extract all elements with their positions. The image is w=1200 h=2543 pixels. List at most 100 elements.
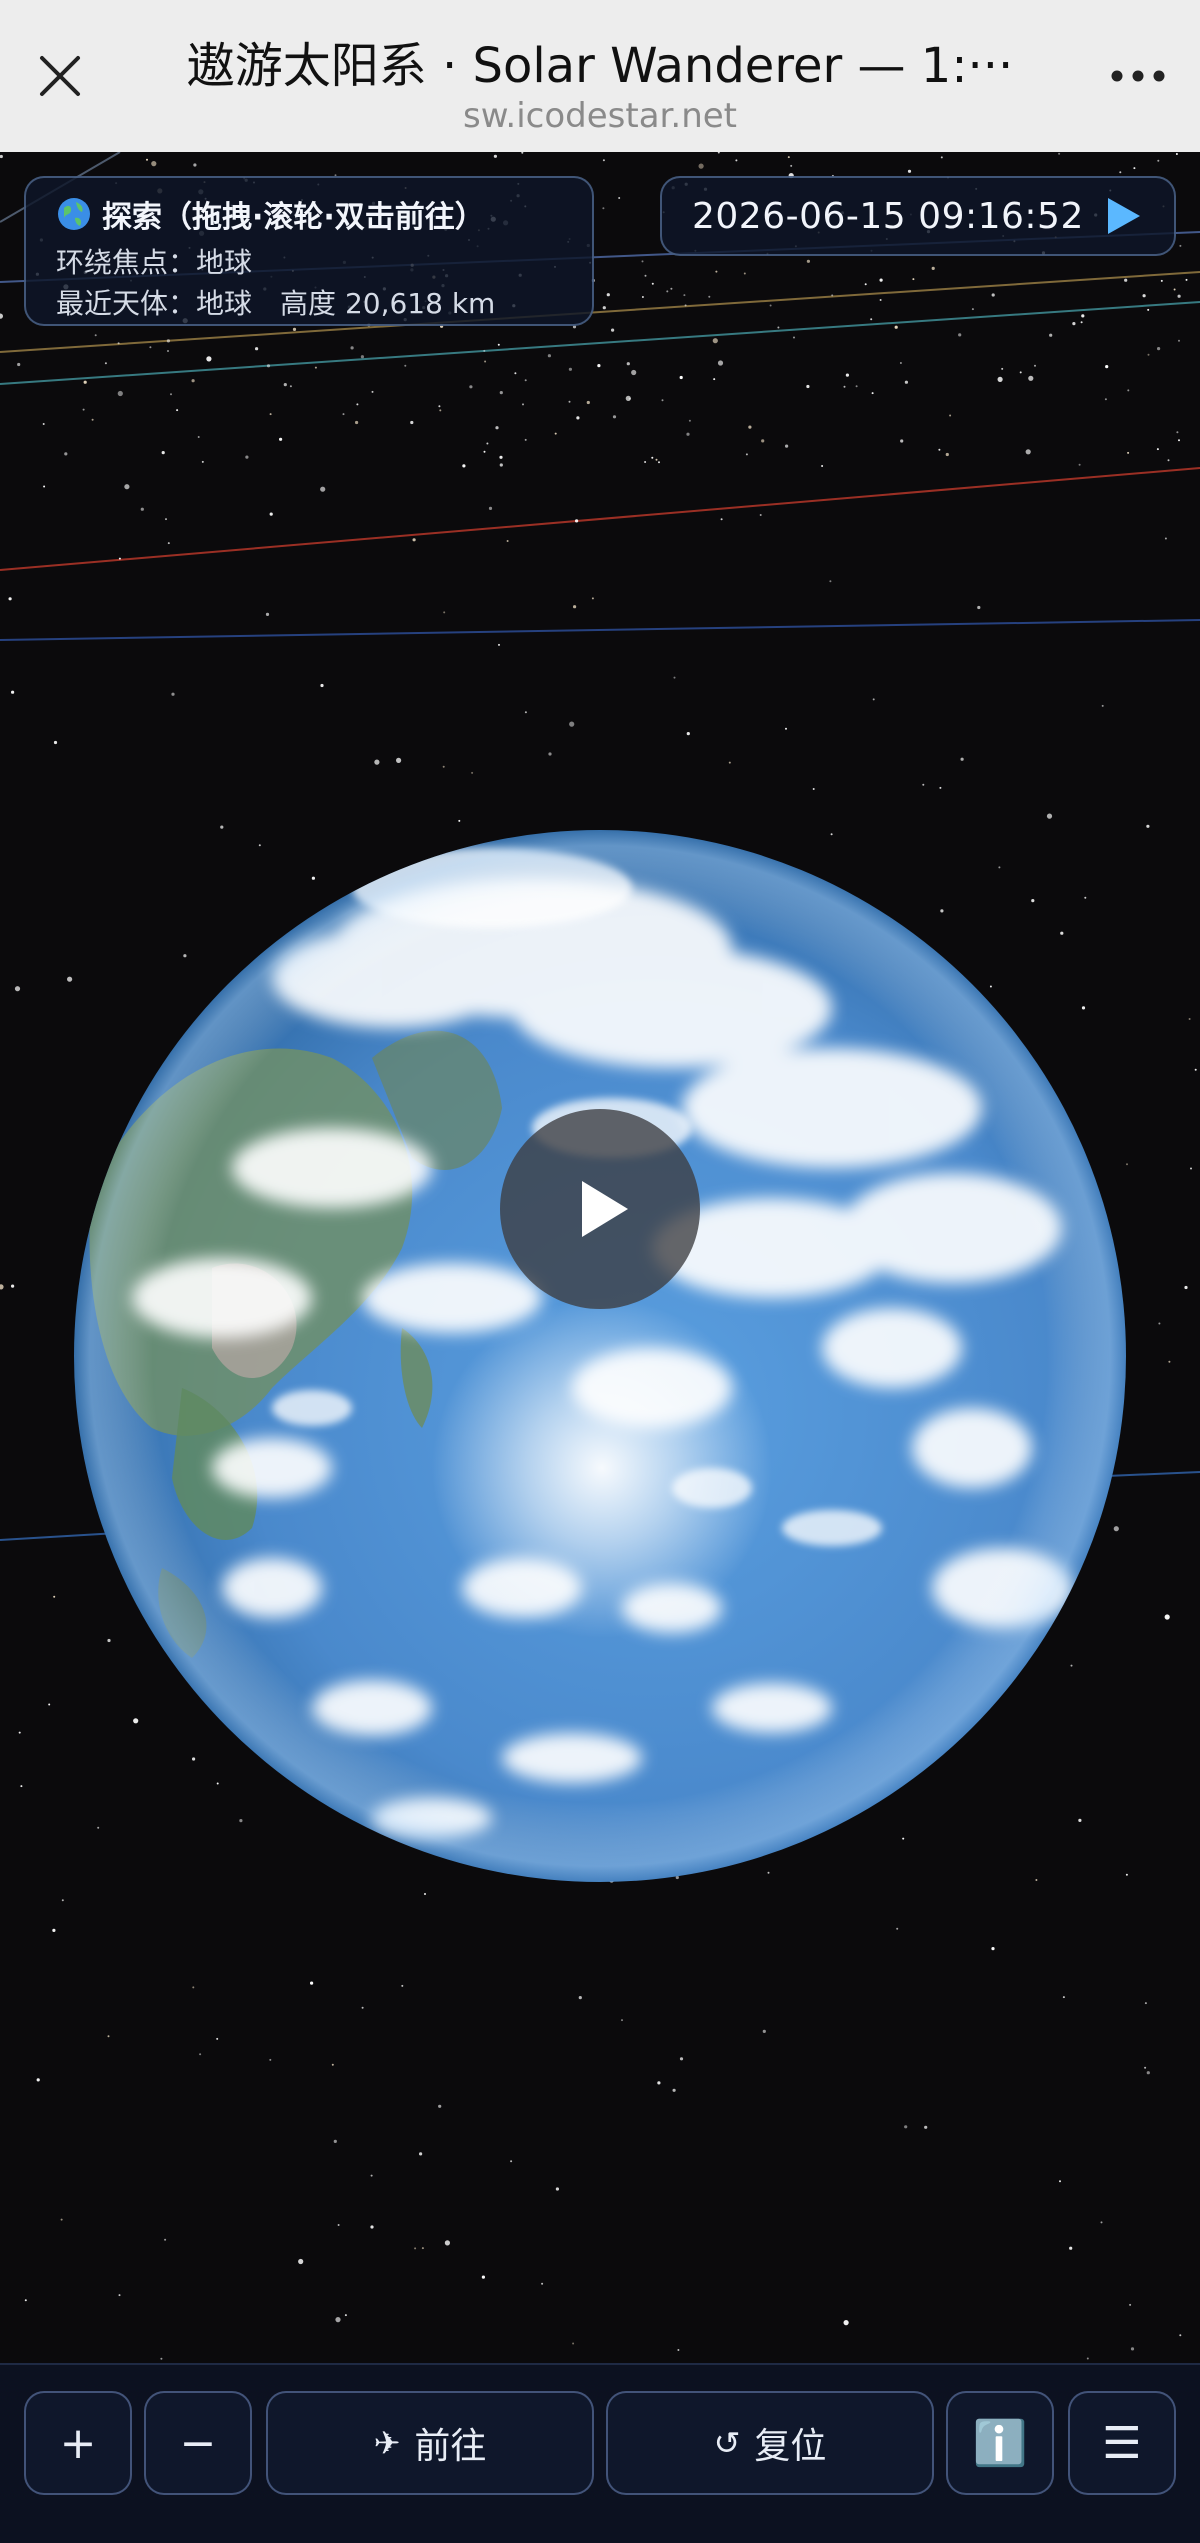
star (644, 461, 647, 463)
star (924, 2125, 928, 2129)
star (1179, 2334, 1182, 2337)
star (499, 463, 503, 467)
star (396, 757, 402, 764)
star (18, 1731, 21, 1734)
explore-info-panel: 探索（拖拽·滚轮·双击前往） 环绕焦点：地球 最近天体：地球 高度 20,618 … (24, 176, 594, 326)
star (1100, 2221, 1103, 2224)
browser-title-bar: 遨游太阳系 · Solar Wanderer — 1:··· sw.icodes… (0, 0, 1200, 152)
star (977, 605, 981, 610)
orbit-focus-line: 环绕焦点：地球 (56, 242, 562, 283)
star (1144, 2002, 1147, 2005)
star (717, 152, 720, 154)
star (728, 761, 731, 764)
star (568, 367, 573, 371)
star (524, 438, 527, 441)
star (269, 512, 273, 516)
star (621, 2019, 623, 2022)
star (991, 293, 995, 297)
star (444, 2240, 450, 2246)
star (1190, 1167, 1192, 1170)
more-button[interactable] (1102, 42, 1174, 110)
star (192, 1986, 195, 1989)
star (206, 356, 212, 362)
star (912, 278, 915, 281)
star (548, 752, 552, 756)
star (170, 393, 172, 396)
time-panel: 2026-06-15 09:16:52 (660, 176, 1176, 256)
star (769, 304, 772, 307)
star (320, 486, 326, 492)
star (597, 364, 601, 368)
star (499, 455, 503, 459)
star (1001, 367, 1004, 370)
star (1175, 153, 1178, 155)
close-button[interactable] (26, 42, 94, 110)
star (483, 349, 486, 352)
star (547, 354, 552, 358)
info-button[interactable]: ℹ️ (946, 2391, 1054, 2495)
star (344, 2314, 347, 2317)
star (745, 453, 748, 456)
star (1119, 171, 1122, 174)
zoom-out-button[interactable]: − (144, 2391, 252, 2495)
star (576, 416, 580, 420)
time-play-icon[interactable] (1100, 194, 1144, 238)
star (931, 266, 935, 270)
star (333, 2139, 337, 2143)
nearest-body-value: 地球 (196, 287, 253, 320)
star (1178, 439, 1180, 442)
star (904, 380, 909, 384)
star (1146, 824, 1150, 828)
star (715, 270, 718, 273)
star (335, 2317, 341, 2323)
star (907, 169, 912, 173)
star (855, 385, 858, 388)
star (24, 2299, 27, 2302)
zoom-in-button[interactable]: + (24, 2391, 132, 2495)
star (626, 362, 630, 366)
star (53, 740, 58, 745)
star (679, 2057, 684, 2061)
star (350, 346, 354, 350)
earth-globe[interactable] (72, 828, 1128, 1884)
star (611, 328, 615, 332)
star (1177, 294, 1181, 298)
star (1167, 459, 1170, 462)
play-video-button[interactable] (500, 1109, 700, 1309)
star (17, 362, 21, 367)
star (960, 757, 964, 761)
star (371, 390, 374, 393)
star (164, 2238, 167, 2241)
star (117, 342, 120, 345)
star (439, 409, 442, 412)
star (255, 347, 259, 351)
star (314, 366, 317, 369)
star (679, 375, 683, 380)
reset-label: 复位 (754, 2426, 827, 2467)
star (922, 783, 925, 786)
reset-icon: ↺ (713, 2424, 741, 2462)
star (554, 432, 557, 435)
star (1147, 308, 1150, 311)
star (938, 448, 941, 451)
star (161, 451, 165, 455)
star (1147, 353, 1150, 356)
star (370, 2174, 373, 2177)
star (8, 597, 12, 601)
star (524, 379, 527, 382)
star (320, 683, 324, 688)
plane-icon: ✈ (373, 2424, 401, 2462)
star (1101, 704, 1104, 707)
star (495, 426, 499, 430)
star (458, 819, 461, 822)
star (677, 2349, 680, 2351)
star (1164, 537, 1167, 540)
menu-button[interactable]: ☰ (1068, 2391, 1176, 2495)
solar-system-viewport[interactable]: 探索（拖拽·滚轮·双击前往） 环绕焦点：地球 最近天体：地球 高度 20,618 … (0, 152, 1200, 2363)
star (686, 432, 690, 436)
star (1058, 152, 1061, 155)
star (471, 771, 474, 774)
star (879, 278, 883, 282)
reset-button[interactable]: ↺ 复位 (606, 2391, 934, 2495)
goto-button[interactable]: ✈ 前往 (266, 2391, 594, 2495)
